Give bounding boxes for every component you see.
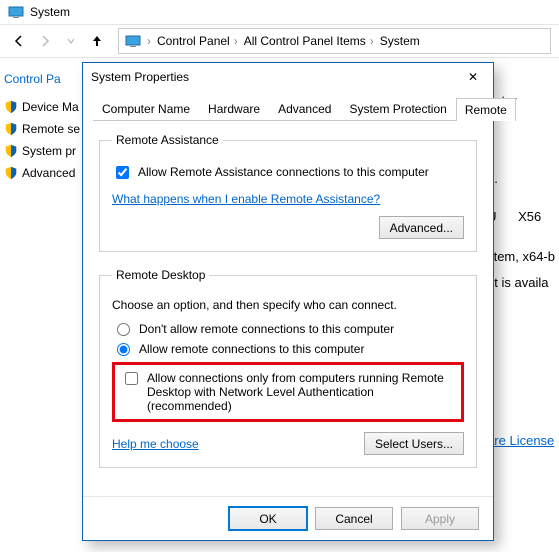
group-legend: Remote Desktop — [112, 268, 209, 282]
radio-label: Allow remote connections to this compute… — [139, 342, 364, 356]
apply-button[interactable]: Apply — [401, 507, 479, 530]
chevron-right-icon: › — [147, 34, 151, 48]
shield-icon — [4, 166, 18, 180]
select-users-button[interactable]: Select Users... — [364, 432, 464, 455]
background-content-fragments: puter d. U X56 stem, x64-b ut is availa … — [487, 88, 555, 454]
breadcrumb-item[interactable]: All Control Panel Items› — [244, 34, 374, 48]
tab-advanced[interactable]: Advanced — [269, 97, 340, 120]
ok-button[interactable]: OK — [229, 507, 307, 530]
remote-assistance-advanced-button[interactable]: Advanced... — [379, 216, 464, 239]
nav-back-button[interactable] — [8, 30, 30, 52]
breadcrumb-item[interactable]: Control Panel› — [157, 34, 238, 48]
nav-up-button[interactable] — [86, 30, 108, 52]
dialog-title: System Properties — [91, 70, 189, 84]
chevron-right-icon: › — [370, 34, 374, 48]
nla-checkbox[interactable] — [125, 372, 138, 385]
system-icon — [125, 33, 141, 49]
window-title: System — [30, 5, 70, 19]
cancel-button[interactable]: Cancel — [315, 507, 393, 530]
help-me-choose-link[interactable]: Help me choose — [112, 437, 199, 451]
tab-system-protection[interactable]: System Protection — [340, 97, 455, 120]
tab-computer-name[interactable]: Computer Name — [93, 97, 199, 120]
remote-assistance-help-link[interactable]: What happens when I enable Remote Assist… — [112, 192, 380, 206]
checkbox-label: Allow connections only from computers ru… — [147, 371, 455, 413]
group-legend: Remote Assistance — [112, 133, 223, 147]
shield-icon — [4, 144, 18, 158]
annotation-highlight: Allow connections only from computers ru… — [112, 362, 464, 422]
allow-remote-assistance-checkbox[interactable] — [116, 166, 129, 179]
shield-icon — [4, 100, 18, 114]
shield-icon — [4, 122, 18, 136]
rd-intro-text: Choose an option, and then specify who c… — [112, 298, 464, 312]
rd-allow-radio[interactable] — [117, 343, 130, 356]
system-icon — [8, 4, 24, 20]
rd-dont-allow-radio[interactable] — [117, 323, 130, 336]
breadcrumb-item[interactable]: System — [380, 34, 420, 48]
chevron-right-icon: › — [234, 34, 238, 48]
nav-recent-dropdown[interactable] — [60, 30, 82, 52]
close-button[interactable]: ✕ — [461, 70, 485, 84]
tab-remote[interactable]: Remote — [456, 98, 516, 121]
nav-forward-button[interactable] — [34, 30, 56, 52]
remote-assistance-group: Remote Assistance Allow Remote Assistanc… — [99, 133, 477, 252]
checkbox-label: Allow Remote Assistance connections to t… — [138, 165, 429, 179]
tab-strip: Computer Name Hardware Advanced System P… — [93, 97, 483, 121]
remote-desktop-group: Remote Desktop Choose an option, and the… — [99, 268, 477, 468]
system-properties-dialog: System Properties ✕ Computer Name Hardwa… — [82, 62, 494, 541]
address-bar[interactable]: › Control Panel› All Control Panel Items… — [118, 28, 551, 54]
radio-label: Don't allow remote connections to this c… — [139, 322, 394, 336]
tab-hardware[interactable]: Hardware — [199, 97, 269, 120]
license-link[interactable]: are License — [487, 433, 554, 448]
